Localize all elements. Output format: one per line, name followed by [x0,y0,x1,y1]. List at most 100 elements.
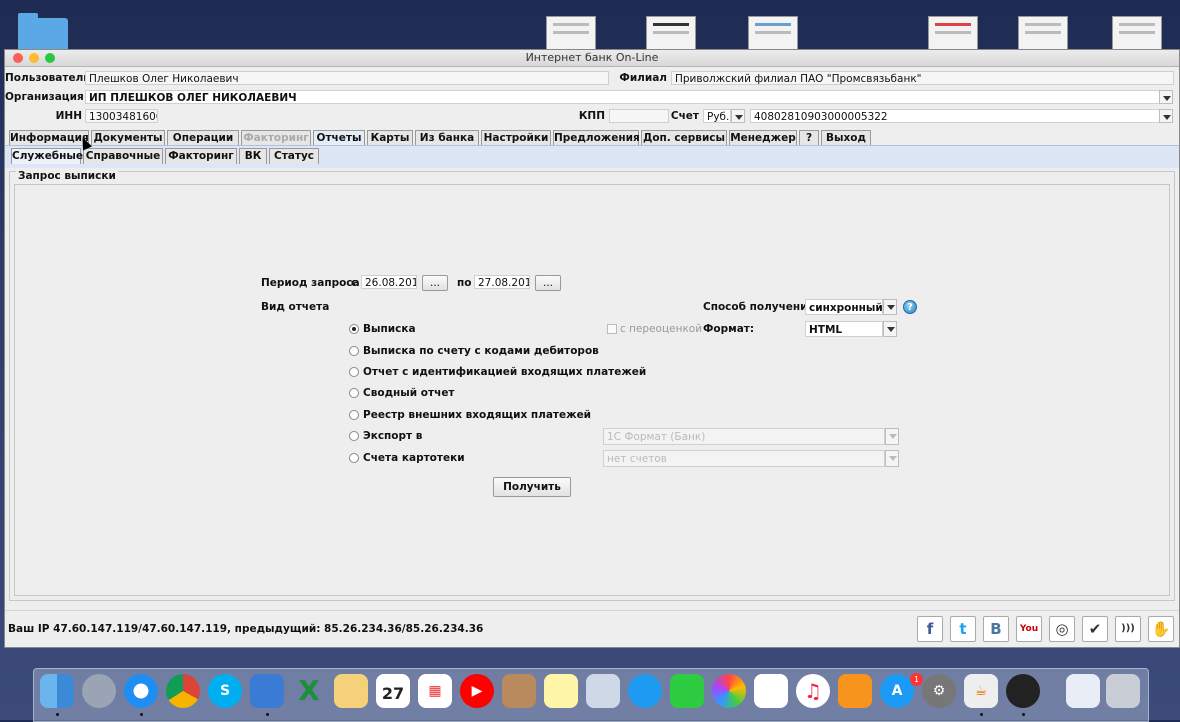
calendar-icon[interactable]: 27 [376,674,410,708]
facetime-icon[interactable] [670,674,704,708]
running-indicator [1022,713,1025,716]
facebook-icon[interactable]: f [917,616,943,642]
youtube-icon[interactable]: You [1016,616,1042,642]
radio-summary-report[interactable] [349,388,359,398]
pages-icon[interactable] [334,674,368,708]
title-bar[interactable]: Интернет банк On-Line [5,50,1179,67]
window-thumbnail[interactable] [546,16,596,50]
chevron-down-icon[interactable] [1159,90,1173,104]
youtube-app-icon[interactable]: ▶ [460,674,494,708]
window-thumbnail[interactable] [1018,16,1068,50]
tab-settings[interactable]: Настройки [481,130,551,145]
tab-operations[interactable]: Операции [167,130,239,145]
appstore-icon[interactable]: A [880,674,914,708]
inn-label: ИНН [55,110,82,122]
radio-card-accounts[interactable] [349,453,359,463]
date-from-input[interactable]: 26.08.201 [361,275,417,289]
date-to-input[interactable]: 27.08.201 [474,275,530,289]
hands-icon[interactable]: ✋ [1148,616,1174,642]
window-title: Интернет банк On-Line [525,51,659,64]
chevron-down-icon [885,450,899,467]
tab-extra-services[interactable]: Доп. сервисы [641,130,727,145]
twitter-icon[interactable]: t [950,616,976,642]
account-select[interactable]: 40802810903000005322 [750,109,1160,123]
revaluation-checkbox[interactable] [607,324,617,334]
vk-icon[interactable]: B [983,616,1009,642]
report-type-label: Вид отчета [261,301,330,313]
tab-help[interactable]: ? [799,130,819,145]
quicktime-icon[interactable] [1006,674,1040,708]
excel-icon[interactable]: X [292,674,326,708]
format-label: Формат: [703,323,755,335]
subtab-service[interactable]: Служебные [11,148,83,164]
to-label: по [457,277,472,289]
window-thumbnail[interactable] [1112,16,1162,50]
itunes-icon[interactable]: ♫ [796,674,830,708]
documents-stack-icon[interactable] [1066,674,1100,708]
safari-icon[interactable] [124,674,158,708]
folder-icon[interactable] [18,13,68,52]
chevron-down-icon[interactable] [883,321,897,337]
instagram-icon[interactable]: ◎ [1049,616,1075,642]
subtab-status[interactable]: Статус [269,148,319,164]
tab-information[interactable]: Информация [9,130,89,145]
contacts-icon[interactable] [502,674,536,708]
tab-offers[interactable]: Предложения [553,130,640,145]
option-label: Выписка по счету с кодами дебиторов [363,345,599,357]
option-label: Экспорт в [363,430,423,442]
subtab-reference[interactable]: Справочные [83,148,163,164]
skype-icon[interactable]: S [208,674,242,708]
radio-external-registry[interactable] [349,410,359,420]
chrome-icon[interactable] [166,674,200,708]
currency-select[interactable]: Руб. [703,109,731,123]
from-label: с [351,277,358,289]
checkmark-icon[interactable]: ✔ [1082,616,1108,642]
tab-cards[interactable]: Карты [367,130,413,145]
subtab-vk[interactable]: ВК [239,148,267,164]
chevron-down-icon[interactable] [731,109,745,123]
keynote-icon[interactable] [250,674,284,708]
notes-icon[interactable] [544,674,578,708]
tab-manager[interactable]: Менеджер [729,130,797,145]
tab-from-bank[interactable]: Из банка [415,130,479,145]
radio-export[interactable] [349,431,359,441]
radio-incoming-identification[interactable] [349,367,359,377]
date-from-picker-button[interactable]: ... [422,275,448,291]
appstore-badge: 1 [910,673,923,686]
option-label: Реестр внешних входящих платежей [363,409,592,421]
rss-icon[interactable]: ))) [1115,616,1141,642]
grid-app-icon[interactable]: ▦ [418,674,452,708]
running-indicator [140,713,143,716]
format-select[interactable]: HTML [805,321,883,337]
tab-exit[interactable]: Выход [821,130,871,145]
radio-statement[interactable] [349,324,359,334]
option-label: Счета картотеки [363,452,465,464]
chevron-down-icon[interactable] [883,299,897,315]
tab-documents[interactable]: Документы [91,130,165,145]
get-report-button[interactable]: Получить [493,477,571,497]
date-to-picker-button[interactable]: ... [535,275,561,291]
ibooks-icon[interactable] [838,674,872,708]
window-thumbnail[interactable] [928,16,978,50]
tab-reports[interactable]: Отчеты [313,130,365,145]
java-icon[interactable]: ☕ [964,674,998,708]
launchpad-icon[interactable] [82,674,116,708]
trash-icon[interactable] [1106,674,1140,708]
chevron-down-icon[interactable] [1159,109,1173,123]
window-thumbnail[interactable] [748,16,798,50]
window-thumbnail[interactable] [646,16,696,50]
preview-icon[interactable] [586,674,620,708]
option-label: Сводный отчет [363,387,455,399]
photos-icon[interactable] [712,674,746,708]
system-preferences-icon[interactable]: ⚙ [922,674,956,708]
help-icon[interactable]: ? [903,300,917,314]
messages-icon[interactable] [628,674,662,708]
subtab-factoring[interactable]: Факторинг [165,148,237,164]
delivery-select[interactable]: синхронный [805,299,883,315]
numbers-icon[interactable] [754,674,788,708]
running-indicator [56,713,59,716]
finder-icon[interactable] [40,674,74,708]
running-indicator [980,713,983,716]
radio-statement-debtors[interactable] [349,346,359,356]
organization-select[interactable]: ИП ПЛЕШКОВ ОЛЕГ НИКОЛАЕВИЧ [85,90,1160,104]
